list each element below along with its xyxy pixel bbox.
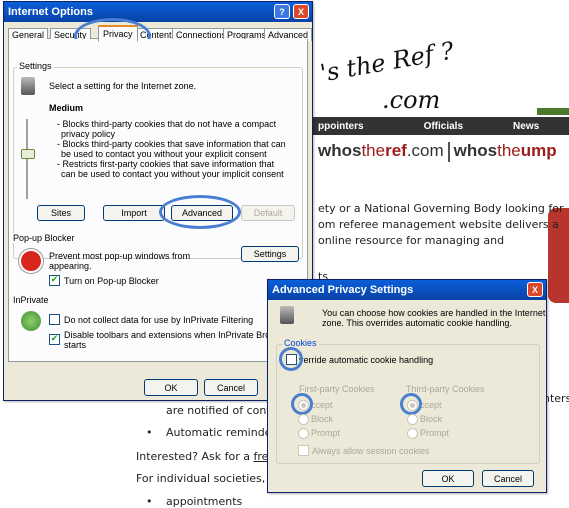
popup-blocker-checkbox[interactable]: ✔ <box>49 275 60 286</box>
first-block-label: Block <box>311 414 334 424</box>
level-desc: can be used to contact you without your … <box>61 169 284 179</box>
bullet-text: Automatic reminders <box>166 426 282 439</box>
highlight-first-accept <box>291 393 313 415</box>
advanced-desc: You can choose how cookies are handled i… <box>322 308 546 318</box>
brand-b2: the <box>497 141 521 160</box>
level-desc: - Blocks third-party cookies that do not… <box>57 119 277 129</box>
sites-button[interactable]: Sites <box>37 205 85 221</box>
privacy-slider-thumb[interactable] <box>21 149 35 159</box>
override-label: verride automatic cookie handling <box>299 355 434 365</box>
highlight-advanced-button <box>159 195 241 229</box>
advanced-close-button[interactable]: X <box>527 282 543 297</box>
first-block-radio[interactable] <box>298 414 309 425</box>
third-block-label: Block <box>420 414 443 424</box>
bullet-text: appointments <box>166 495 243 508</box>
third-party-label: Third-party Cookies <box>406 384 485 394</box>
advanced-privacy-dialog: Advanced Privacy Settings X You can choo… <box>267 279 547 493</box>
third-block-radio[interactable] <box>407 414 418 425</box>
privacy-slider-track[interactable] <box>26 119 28 199</box>
settings-legend: Settings <box>17 61 54 71</box>
advanced-dialog-title: Advanced Privacy Settings <box>272 284 414 296</box>
para-line: online resource for managing and <box>318 234 505 247</box>
session-cookies-label: Always allow session cookies <box>312 446 430 456</box>
brand-a2: the <box>361 141 386 160</box>
level-desc: be used to contact you without your expl… <box>61 149 267 159</box>
inprivate-icon <box>21 311 41 331</box>
site-nav: ppointers Officials News <box>300 117 569 135</box>
bullet-dot: • <box>146 426 153 439</box>
session-cookies-checkbox[interactable] <box>298 445 309 456</box>
default-button[interactable]: Default <box>241 205 295 221</box>
third-accept-label: ccept <box>420 400 442 410</box>
advanced-desc: zone. This overrides automatic cookie ha… <box>322 318 512 328</box>
decor-green <box>537 108 569 115</box>
para-line: om referee management website delivers a <box>318 218 559 231</box>
nav-item-officials[interactable]: Officials <box>424 121 463 132</box>
popup-desc: appearing. <box>49 261 92 271</box>
interested-label: Interested? Ask for a <box>136 450 250 463</box>
privacy-panel: Settings Select a setting for the Intern… <box>8 39 308 362</box>
popup-blocker-icon <box>19 249 43 273</box>
first-prompt-radio[interactable] <box>298 428 309 439</box>
privacy-level: Medium <box>49 103 84 113</box>
third-prompt-label: Prompt <box>420 428 450 438</box>
nav-item-appointers[interactable]: ppointers <box>318 121 364 132</box>
inprivate-check2-label: Disable toolbars and extensions when InP… <box>64 330 277 340</box>
popup-check-label: Turn on Pop-up Blocker <box>64 276 159 286</box>
dialog-title: Internet Options <box>8 6 93 18</box>
first-prompt-label: Prompt <box>311 428 341 438</box>
site-logo-line2: .com <box>382 86 441 114</box>
help-button[interactable]: ? <box>274 4 290 19</box>
highlight-third-accept <box>400 393 422 415</box>
advanced-privacy-titlebar: Advanced Privacy Settings X <box>268 280 546 300</box>
highlight-override-checkbox <box>279 347 303 371</box>
brand-b3: ump <box>520 141 557 160</box>
para-line: ety or a National Governing Body looking… <box>318 202 564 215</box>
popup-legend: Pop-up Blocker <box>11 233 77 243</box>
bullet-dot: • <box>146 495 153 508</box>
nav-item-news[interactable]: News <box>513 121 539 132</box>
site-logo-line1: 's the Ref ? <box>318 36 456 88</box>
settings-icon <box>21 77 35 95</box>
cancel-button[interactable]: Cancel <box>204 379 258 396</box>
inprivate-check1-label: Do not collect data for use by InPrivate… <box>64 315 254 325</box>
first-accept-label: ccept <box>311 400 333 410</box>
ok-button[interactable]: OK <box>144 379 198 396</box>
advanced-cancel-button[interactable]: Cancel <box>482 470 534 487</box>
first-party-label: First-party Cookies <box>299 384 375 394</box>
inprivate-toolbars-checkbox[interactable]: ✔ <box>49 334 60 345</box>
level-desc: privacy policy <box>61 129 116 139</box>
privacy-icon <box>280 306 294 324</box>
advanced-ok-button[interactable]: OK <box>422 470 474 487</box>
inprivate-legend: InPrivate <box>11 295 51 305</box>
tab-privacy[interactable]: Privacy <box>98 25 138 42</box>
brand-a1: whos <box>318 141 362 160</box>
import-button[interactable]: Import <box>103 205 165 221</box>
level-desc: - Restricts first-party cookies that sav… <box>57 159 275 169</box>
inprivate-check2-label2: starts <box>64 340 87 350</box>
settings-description: Select a setting for the Internet zone. <box>49 81 197 91</box>
inprivate-filter-checkbox[interactable] <box>49 314 60 325</box>
popup-desc: Prevent most pop-up windows from <box>49 251 191 261</box>
brand-banner: whostheref.com whostheump <box>318 141 557 162</box>
brand-a4: .com <box>406 141 444 160</box>
brand-b1: whos <box>453 141 498 160</box>
close-button[interactable]: X <box>293 4 309 19</box>
internet-options-titlebar: Internet Options ? X <box>4 2 312 22</box>
brand-a3: ref <box>385 141 407 160</box>
popup-settings-button[interactable]: Settings <box>241 246 299 262</box>
third-prompt-radio[interactable] <box>407 428 418 439</box>
level-desc: - Blocks third-party cookies that save i… <box>57 139 286 149</box>
